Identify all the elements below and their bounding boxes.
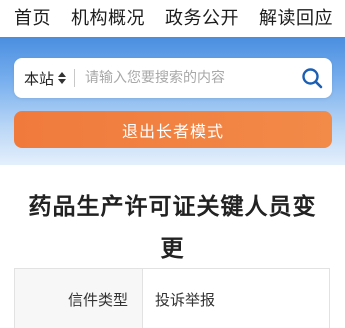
nav-item-government-affairs[interactable]: 政务公开 [165,7,239,31]
search-scope-label: 本站 [24,69,55,88]
search-button[interactable] [292,58,332,98]
nav-item-interpretation[interactable]: 解读回应 [259,7,333,31]
table-row: 信件类型 投诉举报 [15,269,329,328]
page-title: 药品生产许可证关键人员变更 [28,194,317,262]
nav-item-organization[interactable]: 机构概况 [71,7,145,31]
search-input[interactable] [75,58,292,98]
page: 首页 机构概况 政务公开 解读回应 本站 退出长者模式 药品生产许可证关键人员变… [0,0,345,328]
info-value-letter-type: 投诉举报 [155,290,216,309]
exit-elder-mode-button[interactable]: 退出长者模式 [14,111,332,148]
top-nav: 首页 机构概况 政务公开 解读回应 [0,0,345,37]
search-icon [302,68,323,89]
sort-arrows-icon [58,71,67,85]
info-table: 信件类型 投诉举报 [14,268,330,328]
info-key-letter-type: 信件类型 [15,269,143,328]
search-bar: 本站 [14,58,332,98]
search-scope-select[interactable]: 本站 [14,58,67,98]
nav-item-home[interactable]: 首页 [14,7,51,31]
